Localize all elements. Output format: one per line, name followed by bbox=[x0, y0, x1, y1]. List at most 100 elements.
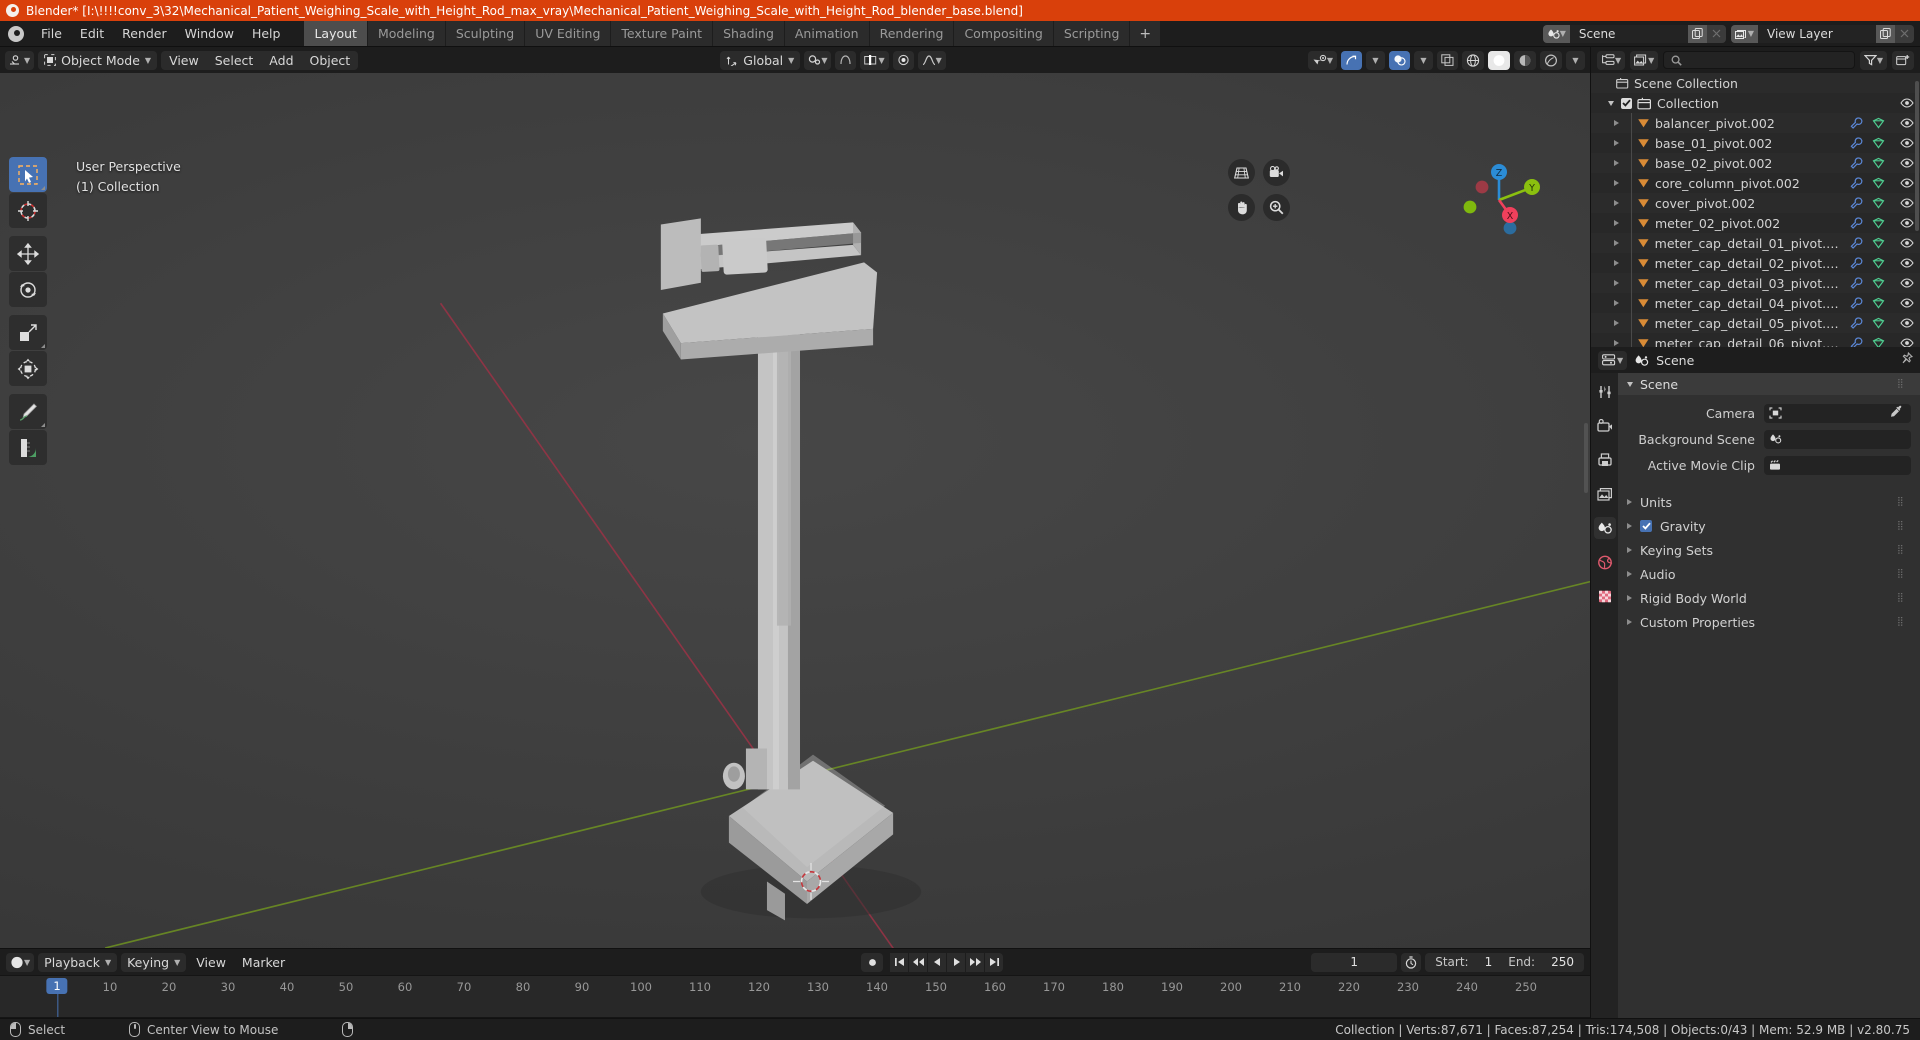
mesh-data-icon[interactable] bbox=[1872, 237, 1885, 249]
expand-triangle-icon[interactable] bbox=[1627, 595, 1632, 601]
outliner-tree[interactable]: Scene Collection Collection balancer_piv… bbox=[1591, 73, 1920, 347]
tab-modeling[interactable]: Modeling bbox=[367, 21, 446, 46]
section-custom-properties[interactable]: Custom Properties ⣿ bbox=[1618, 610, 1920, 634]
unlink-scene-icon[interactable] bbox=[1706, 24, 1726, 43]
shading-solid-icon[interactable] bbox=[1488, 50, 1510, 70]
section-units[interactable]: Units ⣿ bbox=[1618, 490, 1920, 514]
outliner-search-input[interactable] bbox=[1663, 51, 1855, 69]
expand-triangle-icon[interactable] bbox=[1627, 547, 1632, 553]
shading-wireframe-icon[interactable] bbox=[1462, 50, 1484, 70]
modifier-wrench-icon[interactable] bbox=[1850, 337, 1863, 347]
expand-triangle-icon[interactable] bbox=[1611, 258, 1622, 269]
expand-triangle-icon[interactable] bbox=[1611, 118, 1622, 129]
table-row[interactable]: balancer_pivot.002 bbox=[1591, 113, 1920, 133]
modifier-wrench-icon[interactable] bbox=[1850, 257, 1863, 269]
toggle-camera-view-icon[interactable] bbox=[1263, 159, 1290, 186]
pivot-point-icon[interactable] bbox=[892, 50, 914, 70]
visibility-selectability-icon[interactable]: ▼ bbox=[1307, 50, 1337, 70]
blender-menu-icon[interactable] bbox=[8, 25, 24, 42]
modifier-wrench-icon[interactable] bbox=[1850, 197, 1863, 209]
tab-uv-editing[interactable]: UV Editing bbox=[525, 21, 612, 46]
table-row[interactable]: meter_02_pivot.002 bbox=[1591, 213, 1920, 233]
expand-triangle-icon[interactable] bbox=[1605, 98, 1616, 109]
tool-transform[interactable] bbox=[9, 351, 47, 386]
section-gravity[interactable]: Gravity ⣿ bbox=[1618, 514, 1920, 538]
mesh-data-icon[interactable] bbox=[1872, 297, 1885, 309]
outliner-display-mode-icon[interactable]: ▼ bbox=[1630, 50, 1659, 70]
tab-animation[interactable]: Animation bbox=[784, 21, 870, 46]
visibility-eye-icon[interactable] bbox=[1894, 318, 1920, 328]
table-row[interactable]: core_column_pivot.002 bbox=[1591, 173, 1920, 193]
tab-rendering[interactable]: Rendering bbox=[869, 21, 955, 46]
properties-tab-world[interactable] bbox=[1594, 551, 1616, 573]
modifier-wrench-icon[interactable] bbox=[1850, 277, 1863, 289]
gravity-checkbox[interactable] bbox=[1640, 520, 1652, 532]
auto-keying-button[interactable] bbox=[861, 952, 884, 972]
menu-help[interactable]: Help bbox=[244, 23, 289, 44]
filter-icon[interactable]: ▼ bbox=[1859, 50, 1887, 70]
timeline-menu-view[interactable]: View bbox=[190, 953, 232, 972]
properties-tab-tool[interactable] bbox=[1594, 381, 1616, 403]
start-frame-value[interactable]: 1 bbox=[1485, 955, 1493, 969]
scene-name[interactable]: Scene bbox=[1569, 24, 1688, 43]
timeline-menu-keying[interactable]: Keying ▼ bbox=[121, 952, 187, 972]
expand-triangle-icon[interactable] bbox=[1611, 338, 1622, 348]
modifier-wrench-icon[interactable] bbox=[1850, 297, 1863, 309]
unlink-view-layer-icon[interactable] bbox=[1895, 24, 1914, 43]
background-scene-field[interactable] bbox=[1764, 429, 1911, 449]
end-frame-value[interactable]: 250 bbox=[1551, 955, 1574, 969]
view-layer-selector[interactable]: ▼ View Layer bbox=[1730, 24, 1914, 43]
mesh-data-icon[interactable] bbox=[1872, 217, 1885, 229]
table-row[interactable]: meter_cap_detail_05_pivot.002 bbox=[1591, 313, 1920, 333]
expand-triangle-icon[interactable] bbox=[1611, 218, 1622, 229]
viewport-scrollbar[interactable] bbox=[1584, 423, 1588, 493]
expand-triangle-icon[interactable] bbox=[1611, 138, 1622, 149]
3d-viewport[interactable]: User Perspective (1) Collection Z Y X bbox=[0, 73, 1590, 948]
new-scene-icon[interactable] bbox=[1687, 24, 1707, 43]
properties-tab-render[interactable] bbox=[1594, 415, 1616, 437]
timeline-editor-type-icon[interactable]: ▼ bbox=[6, 952, 35, 972]
scene-panel-header[interactable]: Scene ⣿ bbox=[1618, 373, 1920, 395]
modifier-wrench-icon[interactable] bbox=[1850, 177, 1863, 189]
table-row[interactable]: base_01_pivot.002 bbox=[1591, 133, 1920, 153]
mesh-data-icon[interactable] bbox=[1872, 257, 1885, 269]
outliner-row-collection[interactable]: Collection bbox=[1591, 93, 1920, 113]
outliner-scrollbar[interactable] bbox=[1915, 81, 1919, 231]
mesh-data-icon[interactable] bbox=[1872, 117, 1885, 129]
proportional-edit-icon[interactable] bbox=[835, 50, 857, 70]
tool-measure[interactable] bbox=[9, 430, 47, 465]
zoom-view-icon[interactable] bbox=[1263, 194, 1290, 221]
transform-orientation-selector[interactable]: Global ▼ bbox=[720, 50, 801, 70]
tab-layout[interactable]: Layout bbox=[304, 21, 368, 46]
next-keyframe-button[interactable] bbox=[966, 952, 985, 972]
expand-triangle-icon[interactable] bbox=[1627, 619, 1632, 625]
mesh-data-icon[interactable] bbox=[1872, 277, 1885, 289]
tab-sculpting[interactable]: Sculpting bbox=[445, 21, 526, 46]
properties-tab-view-layer[interactable] bbox=[1594, 483, 1616, 505]
viewport-menu-object[interactable]: Object bbox=[302, 51, 359, 70]
active-movie-clip-field[interactable] bbox=[1764, 455, 1911, 475]
expand-triangle-icon[interactable] bbox=[1611, 198, 1622, 209]
mesh-data-icon[interactable] bbox=[1872, 157, 1885, 169]
properties-tab-scene[interactable] bbox=[1593, 517, 1616, 539]
frame-range-fields[interactable]: Start: 1 End: 250 bbox=[1425, 952, 1584, 972]
modifier-wrench-icon[interactable] bbox=[1850, 137, 1863, 149]
scene-icon[interactable]: ▼ bbox=[1542, 24, 1570, 43]
mesh-data-icon[interactable] bbox=[1872, 337, 1885, 347]
menu-edit[interactable]: Edit bbox=[72, 23, 112, 44]
expand-triangle-icon[interactable] bbox=[1611, 298, 1622, 309]
shading-material-preview-icon[interactable] bbox=[1514, 50, 1536, 70]
pin-icon[interactable] bbox=[1900, 351, 1914, 368]
visibility-eye-icon[interactable] bbox=[1894, 238, 1920, 248]
panel-expand-icon[interactable] bbox=[1627, 381, 1633, 387]
render-layers-icon[interactable]: ▼ bbox=[1730, 24, 1758, 43]
timeline-menu-playback[interactable]: Playback ▼ bbox=[38, 952, 118, 972]
overlay-options-icon[interactable]: ▼ bbox=[1414, 50, 1433, 70]
viewport-menu-add[interactable]: Add bbox=[261, 51, 301, 70]
timeline-menu-marker[interactable]: Marker bbox=[236, 953, 291, 972]
expand-triangle-icon[interactable] bbox=[1611, 238, 1622, 249]
current-frame-field[interactable]: 1 bbox=[1311, 952, 1398, 972]
snapping-magnet-icon[interactable]: ▼ bbox=[804, 50, 832, 70]
view-axis-gizmo[interactable]: Z Y X bbox=[1456, 157, 1542, 243]
object-mode-selector[interactable]: Object Mode ▼ bbox=[38, 50, 158, 70]
